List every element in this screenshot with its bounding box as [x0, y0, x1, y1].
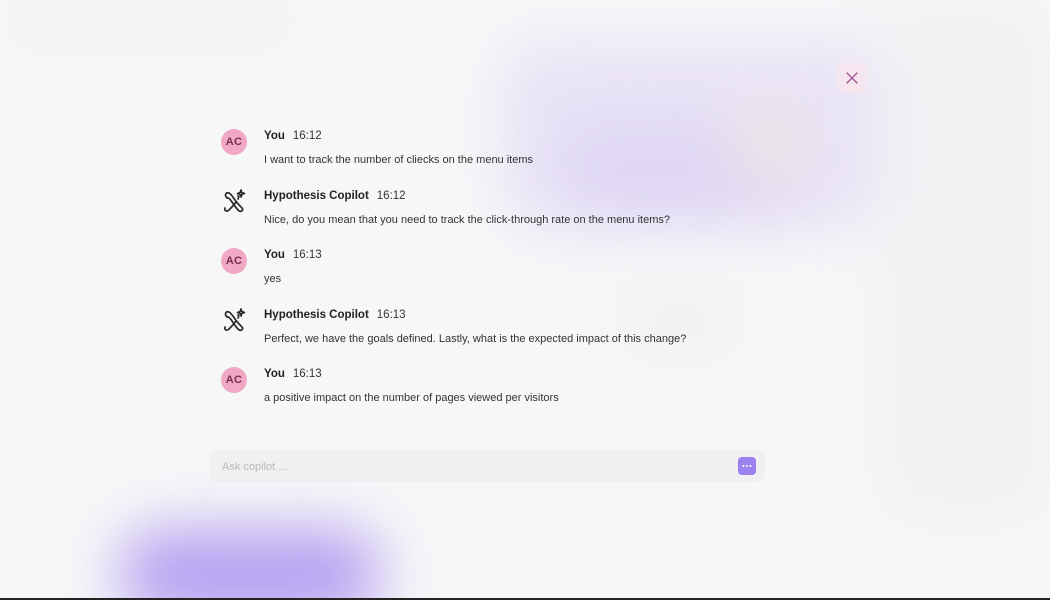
chat-message: AC You 16:12 I want to track the number o…: [221, 127, 781, 187]
copilot-sparkle-icon: [223, 188, 246, 212]
chat-message: AC You 16:13 a positive impact on the num…: [221, 365, 781, 425]
chat-message: Hypothesis Copilot 16:12 Nice, do you mea…: [221, 187, 781, 247]
message-meta: You 16:13: [264, 368, 322, 380]
message-meta: Hypothesis Copilot 16:12: [264, 190, 406, 202]
message-author: Hypothesis Copilot: [264, 189, 369, 202]
message-time: 16:12: [376, 189, 406, 202]
message-meta: Hypothesis Copilot 16:13: [264, 309, 406, 321]
copilot-sparkle-icon: [223, 307, 246, 331]
chat-message: AC You 16:13 yes: [221, 246, 781, 306]
ask-copilot-input[interactable]: [220, 451, 724, 482]
avatar: AC: [221, 129, 247, 155]
message-time: 16:13: [292, 249, 322, 261]
message-time: 16:13: [292, 368, 322, 380]
chat-input-bar: [210, 451, 764, 482]
message-text: yes: [264, 273, 282, 285]
close-icon: [846, 72, 858, 84]
message-text: a positive impact on the number of pages…: [264, 392, 559, 404]
avatar: AC: [221, 248, 247, 274]
message-author: You: [264, 249, 285, 261]
message-time: 16:13: [376, 308, 406, 321]
message-text: Perfect, we have the goals defined. Last…: [264, 332, 687, 345]
chat-thread: AC You 16:12 I want to track the number o…: [221, 127, 781, 425]
background-blob: [0, 0, 300, 40]
message-time: 16:12: [292, 130, 322, 142]
message-meta: You 16:12: [264, 130, 322, 142]
background-blob: [880, 0, 1050, 520]
message-author: You: [264, 130, 285, 142]
background-blob: [120, 530, 380, 600]
message-meta: You 16:13: [264, 249, 322, 261]
avatar: AC: [221, 367, 247, 393]
close-button[interactable]: [837, 63, 867, 93]
ellipsis-icon: [742, 465, 752, 467]
message-text: Nice, do you mean that you need to track…: [264, 213, 671, 226]
message-author: You: [264, 368, 285, 380]
message-author: Hypothesis Copilot: [264, 308, 369, 321]
message-text: I want to track the number of cliecks on…: [264, 154, 534, 166]
send-button[interactable]: [738, 457, 756, 475]
chat-message: Hypothesis Copilot 16:13 Perfect, we have…: [221, 306, 781, 366]
